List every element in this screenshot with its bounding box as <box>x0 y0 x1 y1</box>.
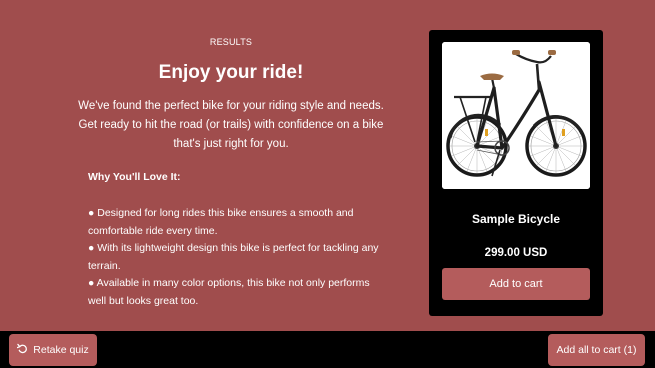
benefits-list: ● Designed for long rides this bike ensu… <box>88 205 388 310</box>
add-to-cart-button[interactable]: Add to cart <box>442 268 590 300</box>
product-card: Sample Bicycle 299.00 USD Add to cart <box>429 30 603 316</box>
benefit-item: ● With its lightweight design this bike … <box>88 242 379 272</box>
product-price: 299.00 USD <box>484 247 548 259</box>
product-name: Sample Bicycle <box>471 212 561 226</box>
retake-quiz-label: Retake quiz <box>33 344 89 356</box>
results-eyebrow: RESULTS <box>209 37 253 47</box>
why-heading: Why You'll Love It: <box>88 171 181 183</box>
undo-arrow-icon <box>17 343 28 357</box>
benefit-item: ● Designed for long rides this bike ensu… <box>88 207 354 237</box>
benefit-item: ● Available in many color options, this … <box>88 277 370 307</box>
bicycle-image[interactable] <box>442 42 590 189</box>
retake-quiz-button[interactable]: Retake quiz <box>9 334 97 366</box>
results-page: RESULTS Enjoy your ride! We've found the… <box>0 0 655 331</box>
footer-bar: Retake quiz Add all to cart (1) <box>0 331 655 368</box>
page-title: Enjoy your ride! <box>158 62 304 83</box>
add-all-to-cart-button[interactable]: Add all to cart (1) <box>548 334 645 366</box>
results-intro: We've found the perfect bike for your ri… <box>78 100 384 150</box>
